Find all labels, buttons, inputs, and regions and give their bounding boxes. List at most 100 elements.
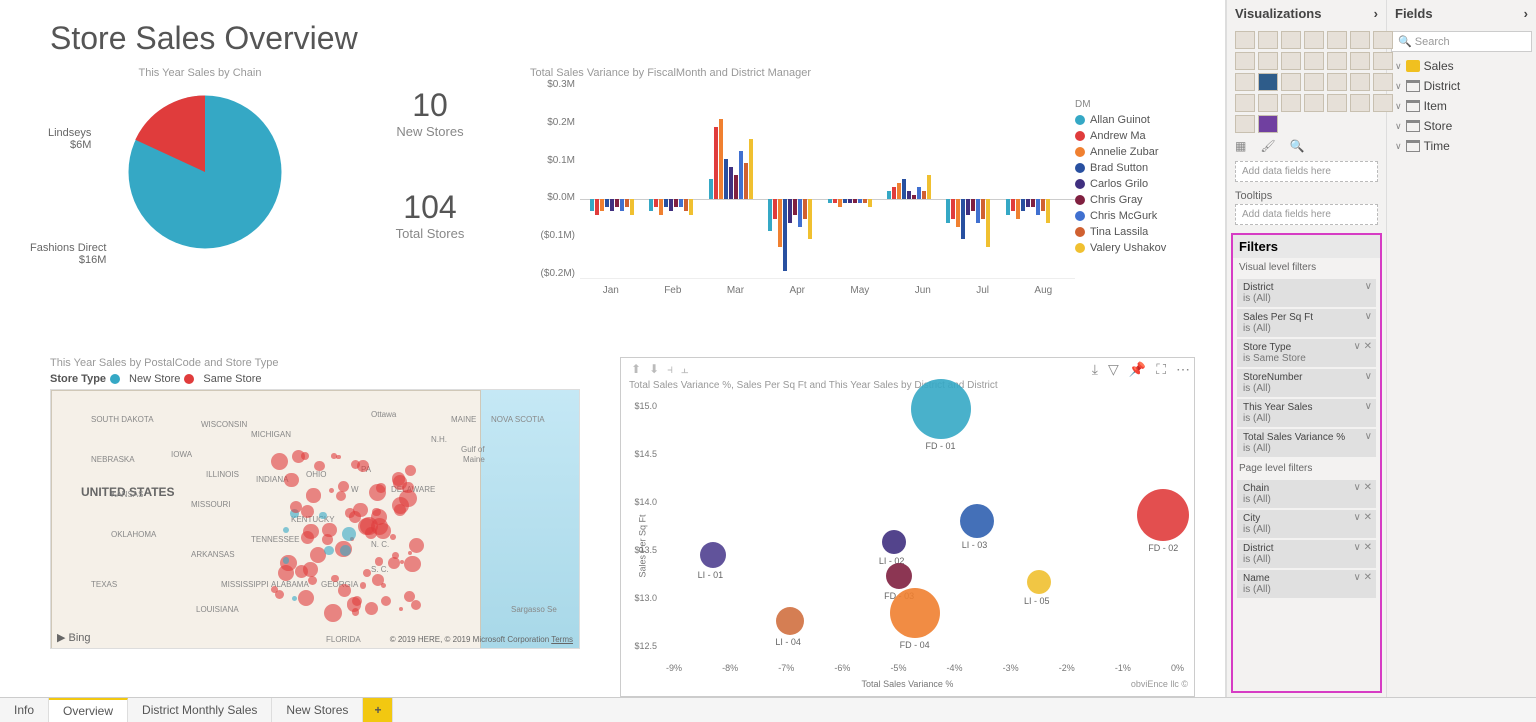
viz-type-icon[interactable]	[1350, 94, 1370, 112]
page-tab[interactable]: New Stores	[272, 698, 363, 722]
field-table[interactable]: ∨Item	[1387, 96, 1536, 116]
viz-type-icon[interactable]	[1373, 31, 1393, 49]
pin-icon[interactable]: 📌	[1129, 361, 1146, 378]
bar-legend: DM Allan GuinotAndrew MaAnnelie ZubarBra…	[1075, 79, 1195, 299]
bubble[interactable]	[700, 542, 726, 568]
kpi-new-stores[interactable]: 10 New Stores	[350, 87, 510, 139]
fields-pane: Fields › 🔍 Search ∨Sales∨District∨Item∨S…	[1386, 0, 1536, 697]
filters-pane: Filters Visual level filters Districtis …	[1231, 233, 1382, 693]
viz-type-icon[interactable]	[1304, 31, 1324, 49]
legend-item[interactable]: Carlos Grilo	[1075, 178, 1195, 190]
viz-type-icon[interactable]	[1327, 31, 1347, 49]
filter-card[interactable]: Sales Per Sq Ftis (All)∨	[1237, 309, 1376, 337]
legend-item[interactable]: Andrew Ma	[1075, 130, 1195, 142]
pie-chart[interactable]: This Year Sales by Chain Lindseys$6M Fas…	[50, 67, 350, 337]
field-table[interactable]: ∨Sales	[1387, 56, 1536, 76]
viz-type-icon[interactable]	[1281, 94, 1301, 112]
legend-item[interactable]: Allan Guinot	[1075, 114, 1195, 126]
viz-type-icon[interactable]	[1281, 31, 1301, 49]
bubble[interactable]	[1137, 489, 1189, 541]
viz-type-icon[interactable]	[1258, 52, 1278, 70]
bubble[interactable]	[911, 379, 971, 439]
pie-title: This Year Sales by Chain	[50, 67, 350, 79]
focus-icon[interactable]: ⛶	[1156, 361, 1166, 378]
map-box[interactable]: UNITED STATES SOUTH DAKOTAWISCONSINMICHI…	[50, 389, 580, 649]
bubble[interactable]	[886, 563, 912, 589]
legend-item[interactable]: Chris Gray	[1075, 194, 1195, 206]
filter-card[interactable]: This Year Salesis (All)∨	[1237, 399, 1376, 427]
filter-card[interactable]: Chainis (All)∨ ✕	[1237, 480, 1376, 508]
viz-type-icon[interactable]	[1373, 94, 1393, 112]
expand-all-icon[interactable]: ⫠	[681, 362, 688, 377]
viz-type-icon[interactable]	[1327, 52, 1347, 70]
viz-type-icon[interactable]	[1235, 31, 1255, 49]
fields-tab-icon[interactable]: ▦	[1235, 139, 1246, 153]
add-page-button[interactable]: +	[363, 698, 393, 722]
bubble[interactable]	[960, 504, 994, 538]
map-visual[interactable]: This Year Sales by PostalCode and Store …	[50, 357, 580, 697]
legend-item[interactable]: Tina Lassila	[1075, 226, 1195, 238]
expand-icon[interactable]: ⫞	[667, 362, 673, 377]
page-tab[interactable]: District Monthly Sales	[128, 698, 272, 722]
filter-card[interactable]: Districtis (All)∨	[1237, 279, 1376, 307]
viz-type-icon[interactable]	[1235, 73, 1255, 91]
field-table[interactable]: ∨Store	[1387, 116, 1536, 136]
bubble[interactable]	[776, 607, 804, 635]
viz-type-icon[interactable]	[1235, 115, 1255, 133]
page-tab[interactable]: Overview	[49, 698, 128, 722]
viz-type-icon[interactable]	[1327, 94, 1347, 112]
fields-search[interactable]: 🔍 Search	[1391, 31, 1532, 52]
format-tab-icon[interactable]: 🖌	[1260, 139, 1275, 153]
bar-chart[interactable]: Total Sales Variance by FiscalMonth and …	[510, 67, 1195, 337]
viz-type-icon[interactable]	[1304, 52, 1324, 70]
drill-down-icon[interactable]: ⬇	[649, 362, 659, 377]
viz-type-icon[interactable]	[1235, 52, 1255, 70]
viz-type-icon[interactable]	[1258, 73, 1278, 91]
bubble[interactable]	[882, 530, 906, 554]
legend-item[interactable]: Brad Sutton	[1075, 162, 1195, 174]
legend-item[interactable]: Valery Ushakov	[1075, 242, 1195, 254]
bubble[interactable]	[1027, 570, 1051, 594]
viz-type-icon[interactable]	[1281, 52, 1301, 70]
filter-card[interactable]: StoreNumberis (All)∨	[1237, 369, 1376, 397]
pie-label-lindseys: Lindseys$6M	[48, 127, 91, 151]
collapse-icon[interactable]: ›	[1374, 6, 1378, 21]
more-icon[interactable]: ⋯	[1176, 361, 1190, 378]
viz-type-icon[interactable]	[1304, 94, 1324, 112]
legend-item[interactable]: Chris McGurk	[1075, 210, 1195, 222]
legend-item[interactable]: Annelie Zubar	[1075, 146, 1195, 158]
scatter-visual[interactable]: ⬆ ⬇ ⫞ ⫠ ⤓ ▽ 📌 ⛶ ⋯ Total Sales Variance %…	[620, 357, 1195, 697]
page-tabs: InfoOverviewDistrict Monthly SalesNew St…	[0, 697, 1536, 722]
filter-card[interactable]: Total Sales Variance %is (All)∨	[1237, 429, 1376, 457]
tooltips-well[interactable]: Add data fields here	[1235, 204, 1378, 225]
viz-type-icon[interactable]	[1350, 73, 1370, 91]
viz-type-icon[interactable]	[1304, 73, 1324, 91]
analytics-tab-icon[interactable]: 🔍	[1290, 139, 1305, 153]
viz-type-icon[interactable]	[1350, 31, 1370, 49]
filter-card[interactable]: Cityis (All)∨ ✕	[1237, 510, 1376, 538]
export-icon[interactable]: ⤓	[1092, 361, 1098, 378]
viz-type-icon[interactable]	[1373, 52, 1393, 70]
viz-type-icon[interactable]	[1350, 52, 1370, 70]
field-table[interactable]: ∨District	[1387, 76, 1536, 96]
viz-type-icon[interactable]	[1258, 115, 1278, 133]
viz-type-icon[interactable]	[1235, 94, 1255, 112]
viz-type-icon[interactable]	[1281, 73, 1301, 91]
filter-card[interactable]: Districtis (All)∨ ✕	[1237, 540, 1376, 568]
field-well[interactable]: Add data fields here	[1235, 161, 1378, 182]
kpi-total-stores[interactable]: 104 Total Stores	[350, 189, 510, 241]
viz-type-icon[interactable]	[1373, 73, 1393, 91]
page-tab[interactable]: Info	[0, 698, 49, 722]
viz-type-icon[interactable]	[1258, 31, 1278, 49]
viz-type-icon[interactable]	[1327, 73, 1347, 91]
filter-icon[interactable]: ▽	[1108, 361, 1119, 378]
drill-up-icon[interactable]: ⬆	[631, 362, 641, 377]
pie-svg	[120, 87, 290, 257]
map-terms-link[interactable]: Terms	[551, 635, 573, 644]
bubble[interactable]	[890, 588, 940, 638]
collapse-fields-icon[interactable]: ›	[1524, 6, 1528, 21]
filter-card[interactable]: Nameis (All)∨ ✕	[1237, 570, 1376, 598]
filter-card[interactable]: Store Typeis Same Store∨ ✕	[1237, 339, 1376, 367]
field-table[interactable]: ∨Time	[1387, 136, 1536, 156]
viz-type-icon[interactable]	[1258, 94, 1278, 112]
